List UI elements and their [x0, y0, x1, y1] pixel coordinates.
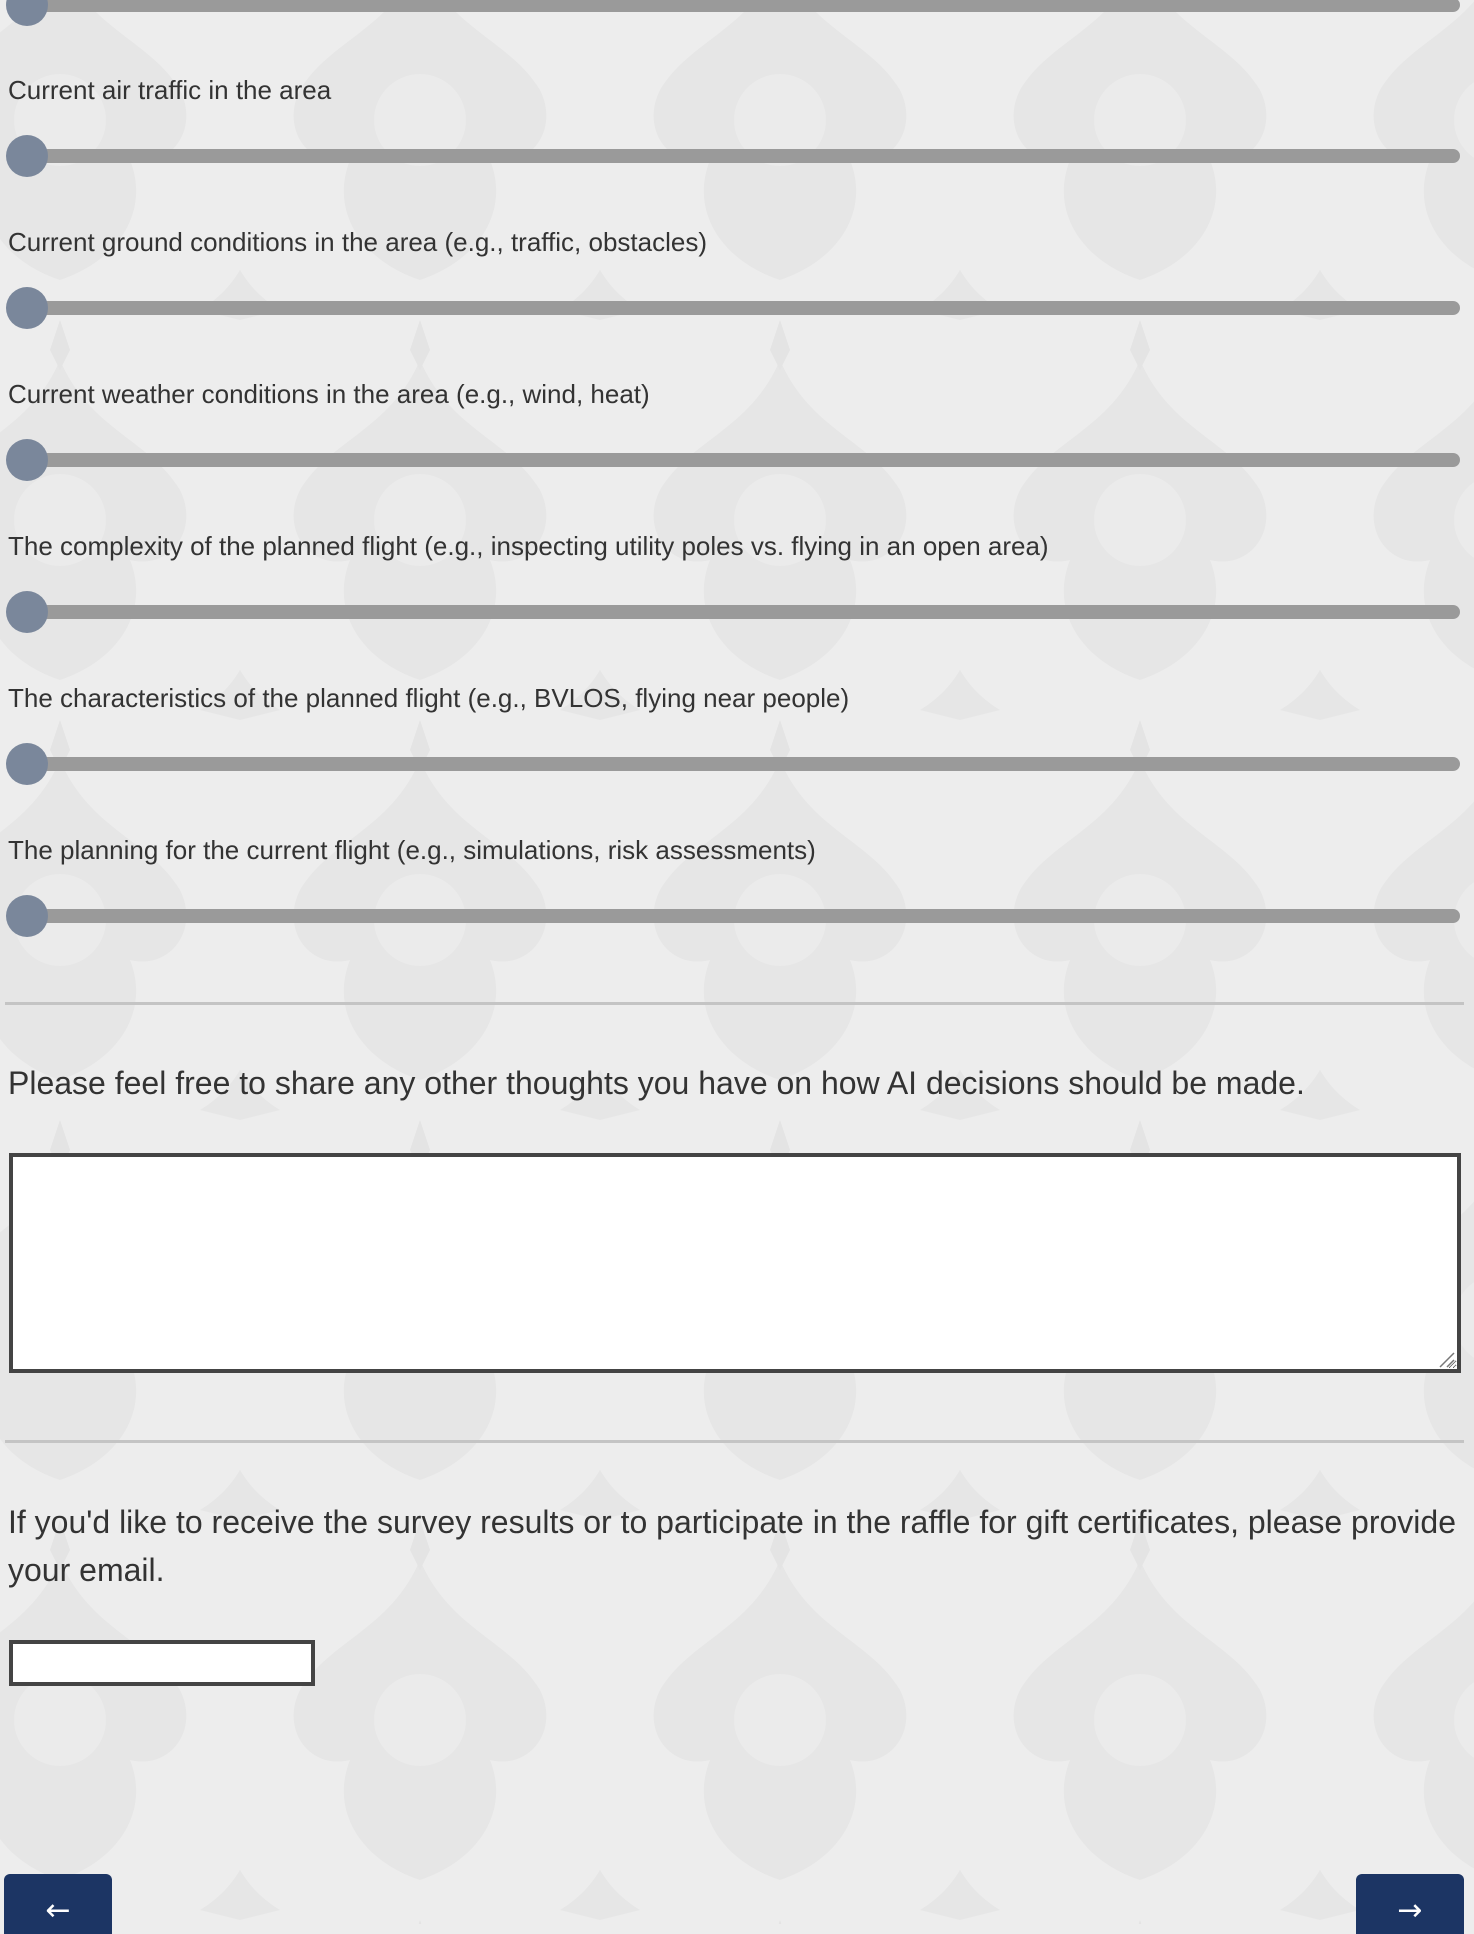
- slider-flight-planning[interactable]: [6, 894, 1460, 938]
- slider-track: [8, 149, 1460, 163]
- statement-weather-conditions: Current weather conditions in the area (…: [8, 379, 650, 409]
- email-question-text: If you'd like to receive the survey resu…: [8, 1504, 1456, 1588]
- slider-weather-conditions[interactable]: [6, 438, 1460, 482]
- slider-thumb[interactable]: [6, 439, 48, 481]
- statement-flight-complexity: The complexity of the planned flight (e.…: [8, 531, 1049, 561]
- statement-ground-conditions: Current ground conditions in the area (e…: [8, 227, 708, 257]
- slider-ground-conditions[interactable]: [6, 286, 1460, 330]
- survey-page: Current air traffic in the area Current …: [0, 0, 1474, 1934]
- slider-flight-complexity[interactable]: [6, 590, 1460, 634]
- next-button[interactable]: →: [1356, 1874, 1464, 1934]
- slider-track: [8, 301, 1460, 315]
- slider-track: [8, 605, 1460, 619]
- slider-thumb[interactable]: [6, 591, 48, 633]
- statement-air-traffic: Current air traffic in the area: [8, 75, 332, 105]
- statement-flight-characteristics: The characteristics of the planned fligh…: [8, 683, 850, 713]
- slider-track: [8, 757, 1460, 771]
- email-input[interactable]: [9, 1640, 315, 1686]
- question-divider: [5, 1002, 1464, 1005]
- slider-thumb[interactable]: [6, 743, 48, 785]
- slider-thumb[interactable]: [6, 0, 48, 26]
- slider-air-traffic[interactable]: [6, 134, 1460, 178]
- question-divider: [5, 1440, 1464, 1443]
- slider-thumb[interactable]: [6, 135, 48, 177]
- back-button[interactable]: ←: [4, 1874, 112, 1934]
- slider-track: [8, 909, 1460, 923]
- slider-flight-characteristics[interactable]: [6, 742, 1460, 786]
- slider-track: [8, 453, 1460, 467]
- thoughts-textarea[interactable]: [9, 1153, 1461, 1373]
- slider-thumb[interactable]: [6, 895, 48, 937]
- slider-previous[interactable]: [6, 0, 1460, 27]
- slider-track: [8, 0, 1460, 12]
- slider-thumb[interactable]: [6, 287, 48, 329]
- statement-flight-planning: The planning for the current flight (e.g…: [8, 835, 816, 865]
- thoughts-question-text: Please feel free to share any other thou…: [8, 1065, 1305, 1101]
